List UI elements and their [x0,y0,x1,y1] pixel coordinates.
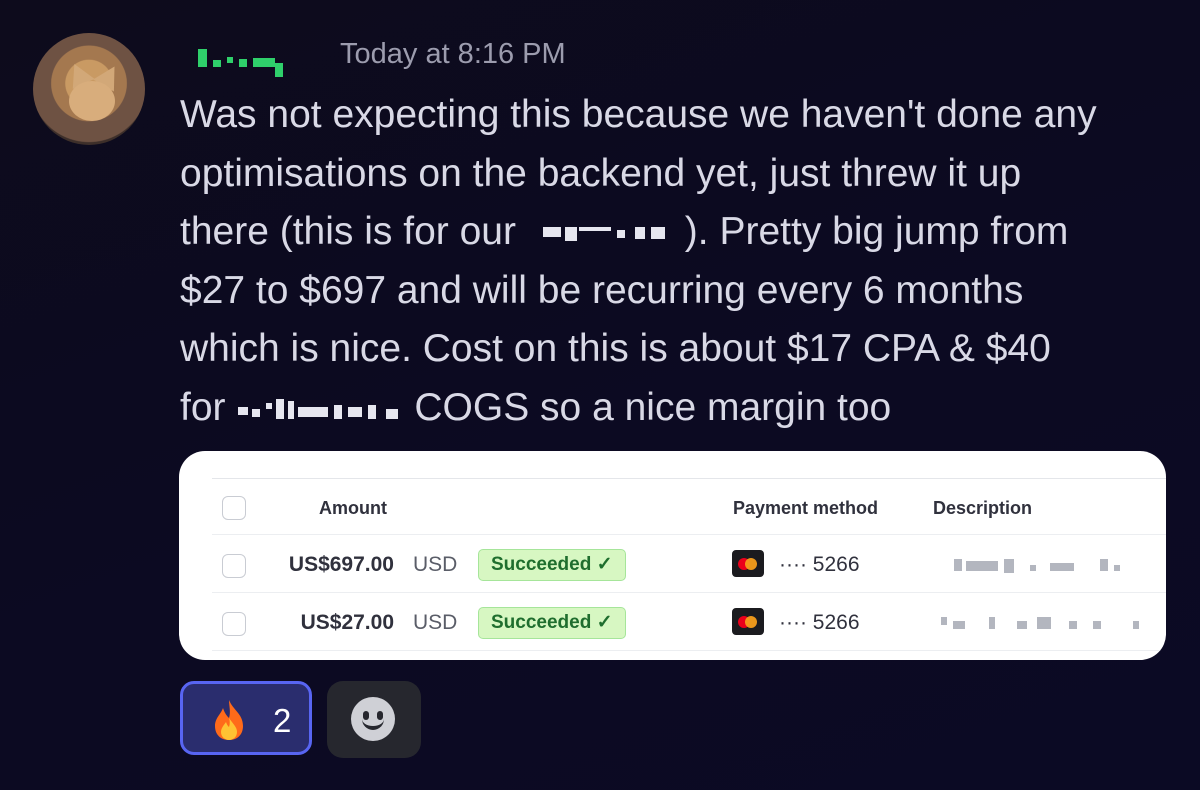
select-all-checkbox[interactable] [222,496,246,520]
payment-amount[interactable]: US$697.00 [184,553,394,577]
message-line: there (this is for our ). Pretty big jum… [180,203,1180,262]
status-badge: Succeeded ✓ [478,549,626,581]
amount-column-header[interactable]: Amount [319,498,387,519]
message-line: $27 to $697 and will be recurring every … [180,268,1024,312]
description-redacted [941,617,1151,631]
user-avatar[interactable] [33,33,145,145]
mastercard-icon [732,608,764,635]
avatar-image-face [69,81,115,121]
payment-amount[interactable]: US$27.00 [184,611,394,635]
smiley-add-reaction-icon [351,697,395,741]
row-divider [212,650,1166,651]
payment-currency: USD [413,553,458,576]
message-line: optimisations on the backend yet, just t… [180,151,1022,195]
redacted-text [236,399,414,420]
message-line: Was not expecting this because we haven'… [180,93,1097,136]
redacted-text [527,224,685,244]
payment-currency: USD [413,611,458,634]
mastercard-icon [732,550,764,577]
message-text: ). Pretty big jump from [684,210,1069,253]
fire-reaction-button[interactable]: 2 [180,681,312,755]
card-last4: ···· 5266 [779,611,860,634]
message-line: for COGS so a nice margin too [180,379,1180,438]
message-text: COGS so a nice margin too [414,385,892,429]
message-body: Was not expecting this because we haven'… [180,86,1180,437]
table-border [212,478,1166,479]
row-divider [212,534,1166,535]
message-line: which is nice. Cost on this is about $17… [180,327,1051,370]
fire-icon [215,700,243,740]
description-redacted [954,559,1154,573]
row-divider [212,592,1166,593]
card-last4: ···· 5266 [779,553,860,576]
payments-screenshot-attachment[interactable]: Amount Payment method Description US$697… [179,451,1166,660]
message-text: there (this is for our [180,210,527,253]
add-reaction-button[interactable] [327,681,421,758]
username-redacted[interactable] [198,44,313,77]
status-badge: Succeeded ✓ [478,607,626,639]
description-column-header[interactable]: Description [933,498,1032,519]
message-text: for [180,385,237,429]
payment-method-column-header[interactable]: Payment method [733,498,878,519]
reaction-count: 2 [273,702,292,739]
message-timestamp[interactable]: Today at 8:16 PM [340,38,566,71]
